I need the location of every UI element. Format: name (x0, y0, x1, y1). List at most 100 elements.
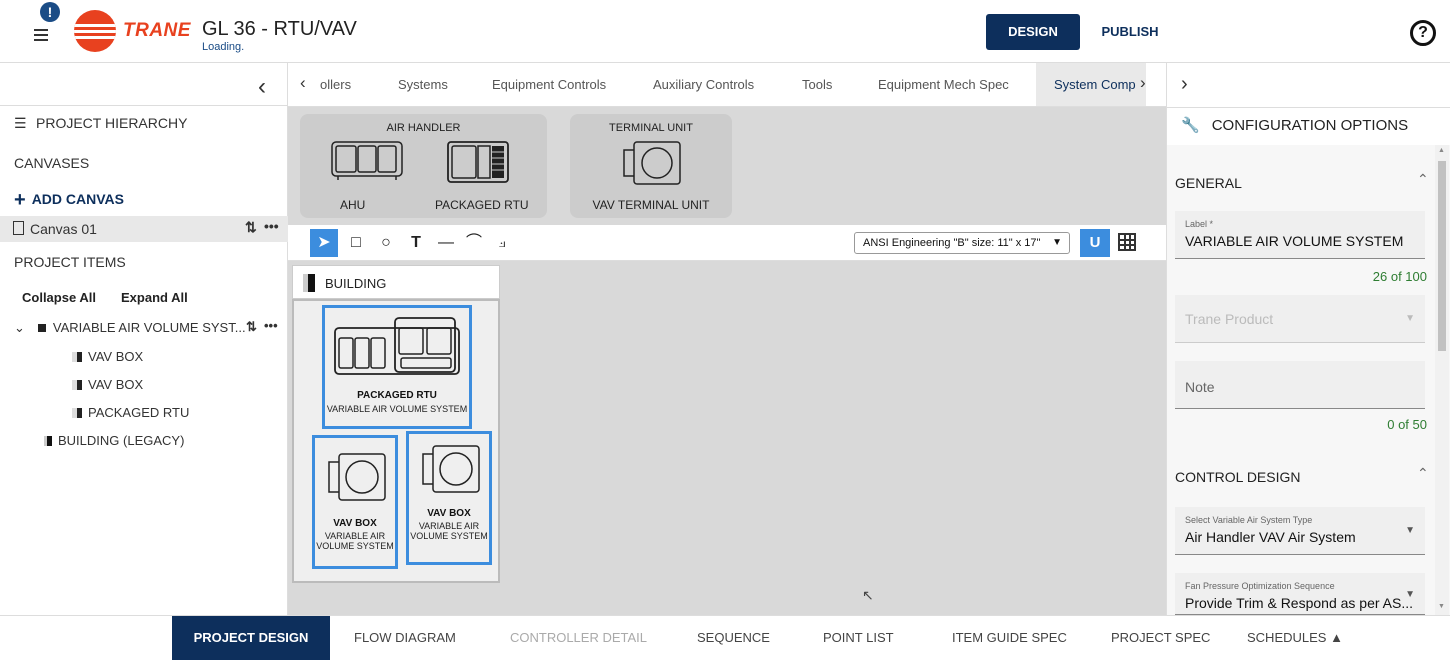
tree-item-vav-box[interactable]: VAV BOX (72, 377, 143, 392)
bottom-navigation: PROJECT DESIGN FLOW DIAGRAM CONTROLLER D… (0, 615, 1450, 660)
chevron-up-icon[interactable]: ⌃ (1417, 465, 1429, 482)
tabs-scroll-left-icon[interactable]: ‹ (300, 73, 306, 93)
control-design-section-heading[interactable]: CONTROL DESIGN (1175, 469, 1301, 485)
air-system-type-value: Air Handler VAV Air System (1185, 529, 1356, 545)
building-container[interactable]: PACKAGED RTU VARIABLE AIR VOLUME SYSTEM … (292, 299, 500, 583)
paper-size-select[interactable]: ANSI Engineering "B" size: 11" x 17" ▼ (854, 232, 1070, 254)
line-tool-icon[interactable]: — (432, 229, 460, 257)
ahu-label[interactable]: AHU (340, 198, 365, 212)
tree-item-vav-box[interactable]: VAV BOX (72, 349, 143, 364)
mouse-cursor-icon: ↖ (862, 587, 874, 603)
tab-point-list[interactable]: POINT LIST (823, 616, 894, 660)
text-tool-icon[interactable]: T (402, 229, 430, 257)
snap-magnet-icon[interactable]: U (1080, 229, 1110, 257)
tree-item-vav-system[interactable]: ⌄ VARIABLE AIR VOLUME SYST... (14, 320, 246, 336)
vav-box-icon (422, 445, 480, 493)
vav-box-node[interactable]: VAV BOX VARIABLE AIR VOLUME SYSTEM (406, 431, 492, 565)
tree-item-label: VAV BOX (88, 377, 144, 392)
more-icon[interactable]: ••• (264, 218, 279, 234)
building-label: BUILDING (325, 276, 387, 291)
building-icon (303, 274, 315, 292)
vav-node-subtitle: VARIABLE AIR VOLUME SYSTEM (316, 531, 394, 551)
project-hierarchy-panel: ‹ ☰ PROJECT HIERARCHY CANVASES + ADD CANVA… (0, 63, 288, 615)
collapse-right-panel-icon[interactable]: › (1181, 73, 1188, 96)
tab-auxiliary-controls[interactable]: Auxiliary Controls (653, 77, 754, 92)
design-canvas-area: AIR HANDLER AHU PACKAGED RTU TERMINAL UN… (288, 107, 1166, 615)
ahu-icon[interactable] (328, 136, 408, 182)
label-char-counter: 26 of 100 (1372, 269, 1427, 284)
publish-button[interactable]: PUBLISH (1098, 14, 1162, 50)
sort-icon[interactable]: ⇅ (245, 219, 257, 236)
tree-item-label: BUILDING (LEGACY) (58, 433, 185, 448)
label-field[interactable]: Label * VARIABLE AIR VOLUME SYSTEM (1175, 211, 1425, 259)
collapse-all-button[interactable]: Collapse All (22, 290, 96, 305)
packaged-rtu-icon[interactable] (446, 138, 512, 186)
more-icon[interactable]: ••• (264, 318, 278, 333)
building-tab[interactable]: BUILDING (292, 265, 500, 299)
app-header: ! TRANE GL 36 - RTU/VAV Loading. DESIGN … (0, 0, 1450, 63)
note-char-counter: 0 of 50 (1387, 417, 1427, 432)
tree-item-label: VAV BOX (88, 349, 144, 364)
loading-status: Loading. (202, 41, 245, 53)
vav-terminal-icon[interactable] (614, 138, 686, 188)
tab-controllers[interactable]: ollers (320, 77, 351, 92)
air-system-type-select[interactable]: Select Variable Air System Type Air Hand… (1175, 507, 1425, 555)
sort-icon[interactable]: ⇅ (246, 319, 257, 335)
vertical-scrollbar[interactable]: ▲ ▼ (1435, 145, 1449, 615)
document-icon (13, 221, 24, 235)
fan-pressure-select[interactable]: Fan Pressure Optimization Sequence Provi… (1175, 573, 1425, 615)
hierarchy-title: PROJECT HIERARCHY (36, 115, 188, 131)
tree-item-building[interactable]: BUILDING (LEGACY) (44, 433, 184, 448)
canvas-item-label: Canvas 01 (30, 221, 97, 237)
tab-item-guide-spec[interactable]: ITEM GUIDE SPEC (952, 616, 1067, 660)
chevron-up-icon[interactable]: ⌃ (1417, 171, 1429, 188)
tab-tools[interactable]: Tools (802, 77, 832, 92)
tab-schedules[interactable]: SCHEDULES ▲ (1247, 616, 1343, 660)
tab-project-spec[interactable]: PROJECT SPEC (1111, 616, 1210, 660)
vav-node-title: VAV BOX (427, 508, 471, 519)
add-canvas-button[interactable]: + ADD CANVAS (14, 189, 124, 212)
tab-system-components[interactable]: System Comp (1054, 77, 1136, 92)
grid-toggle-icon[interactable] (1118, 233, 1136, 251)
tab-systems[interactable]: Systems (398, 77, 448, 92)
trane-product-select[interactable]: Trane Product ▼ (1175, 295, 1425, 343)
scroll-down-icon[interactable]: ▼ (1438, 603, 1445, 610)
label-field-value: VARIABLE AIR VOLUME SYSTEM (1185, 233, 1404, 249)
chevron-down-icon[interactable]: ⌄ (14, 320, 25, 335)
tab-sequence[interactable]: SEQUENCE (697, 616, 770, 660)
scroll-up-icon[interactable]: ▲ (1438, 147, 1445, 154)
tabs-scroll-right-icon[interactable]: › (1140, 73, 1146, 93)
expand-all-button[interactable]: Expand All (121, 290, 188, 305)
note-field[interactable]: Note (1175, 361, 1425, 409)
tab-flow-diagram[interactable]: FLOW DIAGRAM (354, 616, 456, 660)
caret-down-icon: ▼ (1052, 237, 1062, 248)
configuration-heading: 🔧 CONFIGURATION OPTIONS (1181, 116, 1408, 134)
tab-equipment-mech-spec[interactable]: Equipment Mech Spec (878, 77, 1009, 92)
tree-item-label: VARIABLE AIR VOLUME SYST... (52, 320, 246, 335)
vav-terminal-label[interactable]: VAV TERMINAL UNIT (570, 198, 732, 212)
equipment-icon (72, 352, 82, 362)
packaged-rtu-node[interactable]: PACKAGED RTU VARIABLE AIR VOLUME SYSTEM (322, 305, 472, 429)
divider (1167, 107, 1450, 108)
connector-tool-icon[interactable]: ⟓ (488, 229, 516, 257)
curve-tool-icon[interactable]: ⌒ (460, 229, 488, 257)
configuration-scroll-area[interactable]: GENERAL ⌃ Label * VARIABLE AIR VOLUME SY… (1167, 145, 1450, 615)
packaged-rtu-label[interactable]: PACKAGED RTU (435, 198, 529, 212)
notification-badge[interactable]: ! (40, 2, 60, 22)
vav-box-node[interactable]: VAV BOX VARIABLE AIR VOLUME SYSTEM (312, 435, 398, 569)
select-pointer-icon[interactable]: ➤ (310, 229, 338, 257)
design-button[interactable]: DESIGN (986, 14, 1080, 50)
air-handler-header: AIR HANDLER (386, 122, 461, 134)
rectangle-tool-icon[interactable]: □ (342, 229, 370, 257)
tab-project-design[interactable]: PROJECT DESIGN (172, 616, 330, 660)
canvas-item[interactable]: Canvas 01 ⇅ ••• (0, 216, 288, 242)
tree-item-packaged-rtu[interactable]: PACKAGED RTU (72, 405, 189, 420)
collapse-left-panel-icon[interactable]: ‹ (258, 73, 266, 101)
tab-equipment-controls[interactable]: Equipment Controls (492, 77, 606, 92)
help-icon[interactable]: ? (1410, 20, 1436, 46)
caret-down-icon: ▼ (1405, 525, 1415, 536)
rtu-node-title: PACKAGED RTU (357, 390, 437, 401)
circle-tool-icon[interactable]: ○ (372, 229, 400, 257)
scrollbar-thumb[interactable] (1438, 161, 1446, 351)
general-section-heading[interactable]: GENERAL (1175, 175, 1242, 191)
